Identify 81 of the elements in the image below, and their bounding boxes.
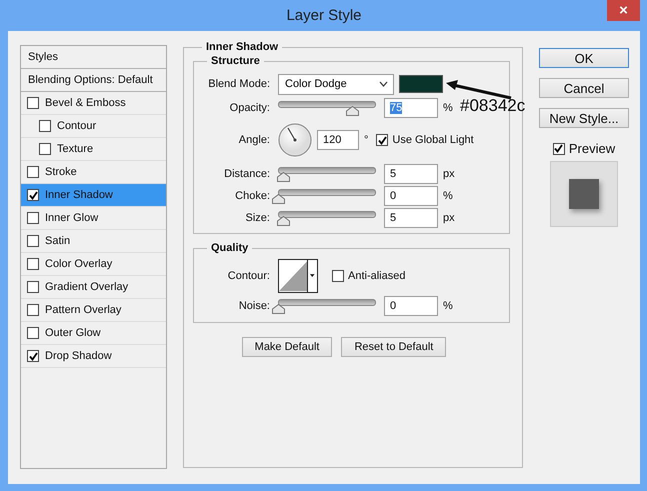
sidebar-item[interactable]: Color Overlay	[21, 253, 166, 276]
checkbox-label: Use Global Light	[392, 134, 474, 146]
value-field[interactable]: 0	[384, 186, 438, 206]
unit-label: %	[443, 102, 453, 114]
checkbox[interactable]	[27, 189, 39, 201]
sidebar-item[interactable]: Inner Glow	[21, 207, 166, 230]
color-annotation: #08342c	[460, 96, 526, 116]
degree-label: °	[364, 134, 368, 146]
unit-label: %	[443, 300, 453, 312]
slider-label: Noise:	[238, 300, 270, 312]
slider-thumb[interactable]	[276, 216, 290, 226]
styles-header: Styles	[21, 46, 166, 69]
blend-mode-label: Blend Mode:	[207, 78, 270, 90]
contour-curve-icon	[279, 260, 308, 292]
angle-dial-icon[interactable]	[278, 123, 312, 157]
dialog-button[interactable]: Cancel	[539, 78, 629, 98]
dialog-button[interactable]: OK	[539, 48, 629, 68]
preview-square-icon	[569, 179, 599, 209]
checkbox-label: Preview	[568, 141, 616, 156]
slider-thumb[interactable]	[272, 304, 285, 314]
checkbox[interactable]	[39, 120, 51, 132]
caret-icon	[307, 260, 317, 292]
slider-label: Choke:	[234, 190, 270, 202]
default-button[interactable]: Make Default	[242, 337, 332, 357]
sidebar-item[interactable]: Drop Shadow	[21, 345, 166, 368]
dialog-button[interactable]: New Style...	[539, 108, 629, 128]
selected-value: 75	[390, 102, 402, 114]
sidebar-item[interactable]: Satin	[21, 230, 166, 253]
group-title: Quality	[207, 242, 252, 254]
slider-label: Opacity:	[228, 102, 270, 114]
checkbox[interactable]	[27, 350, 39, 362]
contour-label: Contour:	[226, 270, 270, 282]
close-button[interactable]: ×	[607, 0, 640, 21]
sidebar-item[interactable]: Inner Shadow	[21, 184, 166, 207]
checkbox[interactable]	[27, 235, 39, 247]
group-title: Inner Shadow	[202, 41, 282, 53]
unit-label: px	[443, 168, 455, 180]
checkbox[interactable]	[27, 327, 39, 339]
blending-options-item[interactable]: Blending Options: Default	[21, 69, 166, 92]
window-title: Layer Style	[286, 7, 362, 24]
checkbox[interactable]	[27, 212, 39, 224]
selected-value: 5	[390, 168, 396, 180]
value-field[interactable]: 0	[384, 296, 438, 316]
anti-aliased-checkbox[interactable]: Anti-aliased	[332, 270, 406, 282]
slider-label: Distance:	[223, 168, 270, 180]
checkbox[interactable]	[552, 142, 565, 154]
value-field[interactable]: 5	[384, 208, 438, 228]
value-field[interactable]: 5	[384, 164, 438, 184]
sidebar-item[interactable]: Contour	[21, 115, 166, 138]
default-button[interactable]: Reset to Default	[341, 337, 446, 357]
chevron-icon	[379, 81, 388, 87]
selected-value: 0	[390, 190, 396, 202]
use-global-light-checkbox[interactable]: Use Global Light	[376, 134, 474, 146]
checkbox[interactable]	[27, 258, 39, 270]
preview-checkbox[interactable]: Preview	[552, 141, 616, 156]
blend-mode-dropdown[interactable]: Color Dodge	[278, 74, 394, 94]
color-swatch[interactable]	[399, 75, 443, 93]
angle-label: Angle:	[238, 134, 270, 146]
checkbox-label: Anti-aliased	[348, 270, 406, 282]
unit-label: px	[443, 212, 455, 224]
checkbox[interactable]	[27, 97, 39, 109]
sidebar-item[interactable]: Bevel & Emboss	[21, 92, 166, 115]
checkbox[interactable]	[332, 270, 344, 282]
sidebar-item[interactable]: Texture	[21, 138, 166, 161]
arrow-icon	[445, 80, 513, 100]
checkbox[interactable]	[376, 134, 388, 146]
checkbox[interactable]	[39, 143, 51, 155]
group-title: Structure	[207, 55, 264, 67]
slider-label: Size:	[244, 212, 270, 224]
slider-thumb[interactable]	[272, 194, 285, 204]
value-field[interactable]: 75	[384, 98, 438, 118]
sidebar-item[interactable]: Outer Glow	[21, 322, 166, 345]
angle-field[interactable]: 120	[317, 130, 359, 150]
selected-value: 5	[390, 212, 396, 224]
contour-picker[interactable]	[278, 259, 318, 293]
sidebar-item[interactable]: Pattern Overlay	[21, 299, 166, 322]
unit-label: %	[443, 190, 453, 202]
sidebar-item[interactable]: Gradient Overlay	[21, 276, 166, 299]
checkbox[interactable]	[27, 281, 39, 293]
checkbox[interactable]	[27, 166, 39, 178]
checkbox[interactable]	[27, 304, 39, 316]
